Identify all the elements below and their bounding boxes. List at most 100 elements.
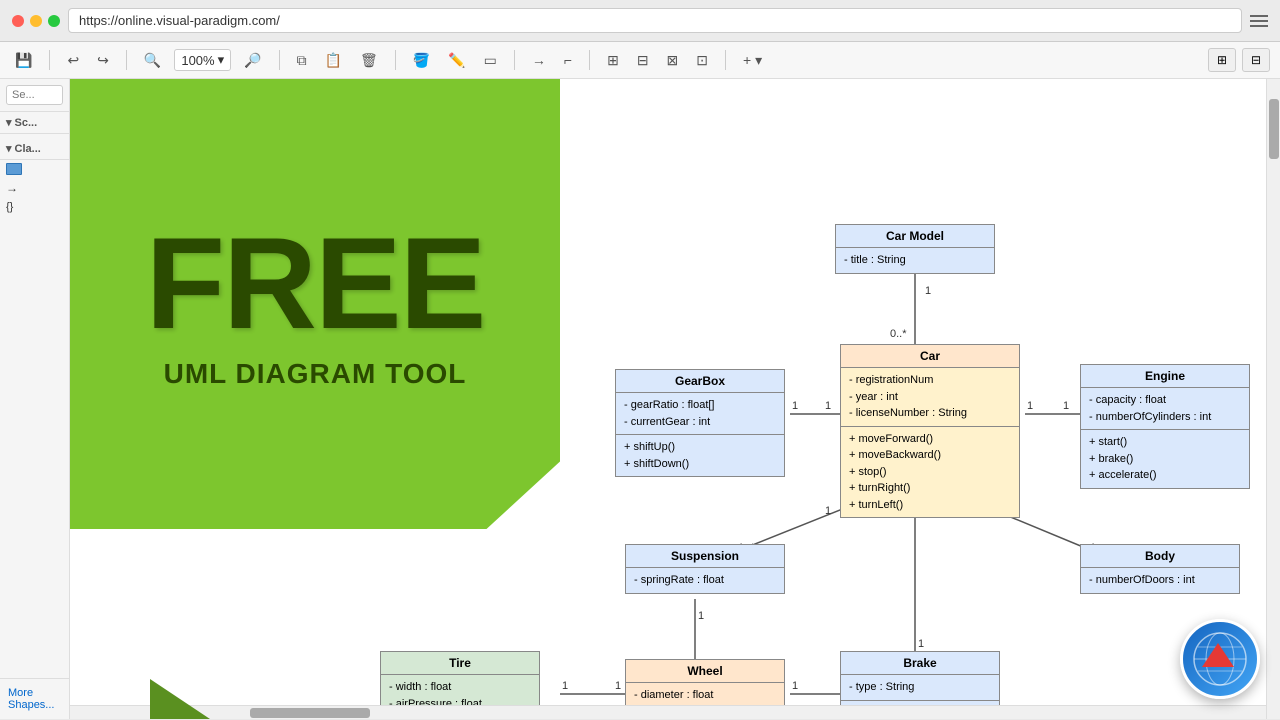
toolbar-separator-4 [395, 50, 396, 70]
class-car-header: Car [841, 345, 1019, 367]
class-car-body: - registrationNum - year : int - license… [841, 367, 1019, 426]
sidebar-section-sc[interactable]: ▾ Sc... [0, 112, 69, 134]
browser-chrome: https://online.visual-paradigm.com/ [0, 0, 1280, 42]
bend-connector-button[interactable]: ⌐ [559, 49, 577, 71]
class-gearbox-header: GearBox [616, 370, 784, 392]
class-body-header: Body [1081, 545, 1239, 567]
vertical-scrollbar[interactable] [1266, 79, 1280, 719]
toolbar-separator-5 [514, 50, 515, 70]
view-toggle-button[interactable]: ⊟ [1242, 48, 1270, 72]
class-car-methods: + moveForward() + moveBackward() + stop(… [841, 426, 1019, 518]
delete-button[interactable]: 🗑 [355, 49, 383, 72]
svg-text:1: 1 [698, 610, 704, 622]
left-sidebar: ▾ Sc... ▾ Cla... → {} More Shapes... [0, 79, 70, 719]
svg-text:1: 1 [1027, 400, 1033, 412]
search-input[interactable] [6, 85, 63, 105]
copy-button[interactable]: ⧉ [292, 49, 312, 72]
address-bar[interactable]: https://online.visual-paradigm.com/ [68, 8, 1242, 33]
svg-text:1: 1 [1063, 400, 1069, 412]
sidebar-item-class[interactable] [0, 160, 69, 178]
gearbox-method-2: + shiftDown() [624, 456, 776, 473]
browser-menu-button[interactable] [1250, 15, 1268, 27]
url-text: https://online.visual-paradigm.com/ [79, 13, 280, 28]
class-icon [6, 163, 22, 175]
engine-method-2: + brake() [1089, 451, 1241, 468]
car-attr-1: - registrationNum [849, 372, 1011, 389]
toolbar-separator-6 [589, 50, 590, 70]
sidebar-section-label: Sc... [15, 117, 38, 129]
undo-button[interactable]: ↩ [62, 49, 84, 72]
class-suspension-header: Suspension [626, 545, 784, 567]
class-car[interactable]: Car - registrationNum - year : int - lic… [840, 344, 1020, 518]
paste-button[interactable]: 📋 [320, 49, 347, 72]
zoom-in-button[interactable]: 🔍 [139, 49, 166, 72]
class-gearbox[interactable]: GearBox - gearRatio : float[] - currentG… [615, 369, 785, 477]
class-body-body: - numberOfDoors : int [1081, 567, 1239, 593]
sidebar-item-arrow[interactable]: → [0, 178, 69, 198]
distribute-button[interactable]: ⊠ [662, 49, 684, 72]
class-engine-header: Engine [1081, 365, 1249, 387]
arrange-button[interactable]: ⊞ [602, 49, 624, 72]
layout-button[interactable]: ⊡ [691, 49, 713, 72]
logo-badge[interactable] [1180, 619, 1260, 699]
shape-button[interactable]: ▭ [479, 49, 502, 72]
class-wheel-header: Wheel [626, 660, 784, 682]
canvas-area[interactable]: 1 0..* 1 1 1 1 1 1..* 1 1 1 1 1 [70, 79, 1280, 719]
svg-text:1: 1 [615, 680, 621, 692]
redo-button[interactable]: ↪ [92, 49, 114, 72]
class-brake-header: Brake [841, 652, 999, 674]
class-gearbox-body: - gearRatio : float[] - currentGear : in… [616, 392, 784, 434]
toolbar-separator [49, 50, 50, 70]
sidebar-search-area [0, 79, 69, 112]
toolbar-right-controls: ⊞ ⊟ [1208, 48, 1270, 72]
main-layout: ▾ Sc... ▾ Cla... → {} More Shapes... 1 0… [0, 79, 1280, 719]
close-button[interactable] [12, 15, 24, 27]
connector-button[interactable]: → [527, 49, 551, 71]
fill-button[interactable]: 🪣 [408, 49, 435, 72]
suspension-attr-1: - springRate : float [634, 572, 776, 589]
panel-toggle-button[interactable]: ⊞ [1208, 48, 1236, 72]
sidebar-section-class[interactable]: ▾ Cla... [0, 138, 69, 160]
align-button[interactable]: ⊟ [632, 49, 654, 72]
car-model-attr-1: - title : String [844, 252, 986, 269]
sidebar-item-note[interactable]: {} [0, 198, 69, 216]
zoom-level: 100% [181, 53, 214, 68]
zoom-out-button[interactable]: 🔎 [239, 49, 266, 72]
more-shapes-link[interactable]: More Shapes... [0, 678, 69, 719]
class-suspension[interactable]: Suspension - springRate : float [625, 544, 785, 594]
svg-text:1: 1 [792, 680, 798, 692]
class-body[interactable]: Body - numberOfDoors : int [1080, 544, 1240, 594]
class-engine[interactable]: Engine - capacity : float - numberOfCyli… [1080, 364, 1250, 489]
minimize-button[interactable] [30, 15, 42, 27]
chevron-down-icon-2: ▾ [6, 142, 12, 155]
engine-method-1: + start() [1089, 434, 1241, 451]
promo-subtitle-text: UML DIAGRAM TOOL [164, 358, 467, 390]
zoom-control[interactable]: 100% ▾ [174, 49, 231, 71]
add-button[interactable]: + ▾ [738, 49, 767, 72]
svg-text:1: 1 [918, 638, 924, 650]
class-car-model[interactable]: Car Model - title : String [835, 224, 995, 274]
svg-text:1: 1 [925, 285, 931, 297]
class-car-model-body: - title : String [836, 247, 994, 273]
class-engine-methods: + start() + brake() + accelerate() [1081, 429, 1249, 488]
toolbar-separator-7 [725, 50, 726, 70]
car-method-2: + moveBackward() [849, 447, 1011, 464]
promo-overlay: FREE UML DIAGRAM TOOL [70, 79, 605, 719]
line-color-button[interactable]: ✏️ [443, 49, 470, 72]
body-attr-1: - numberOfDoors : int [1089, 572, 1231, 589]
engine-attr-1: - capacity : float [1089, 392, 1241, 409]
vertical-scroll-thumb[interactable] [1269, 99, 1279, 159]
class-wheel[interactable]: Wheel - diameter : float [625, 659, 785, 709]
maximize-button[interactable] [48, 15, 60, 27]
wheel-attr-1: - diameter : float [634, 687, 776, 704]
save-button[interactable]: 💾 [10, 49, 37, 72]
car-method-1: + moveForward() [849, 431, 1011, 448]
arrow-icon: → [6, 181, 18, 195]
car-method-5: + turnLeft() [849, 497, 1011, 514]
svg-text:1: 1 [825, 400, 831, 412]
gearbox-attr-1: - gearRatio : float[] [624, 397, 776, 414]
svg-text:1: 1 [825, 505, 831, 517]
zoom-dropdown-icon: ▾ [218, 52, 225, 68]
engine-attr-2: - numberOfCylinders : int [1089, 409, 1241, 426]
toolbar-separator-3 [279, 50, 280, 70]
